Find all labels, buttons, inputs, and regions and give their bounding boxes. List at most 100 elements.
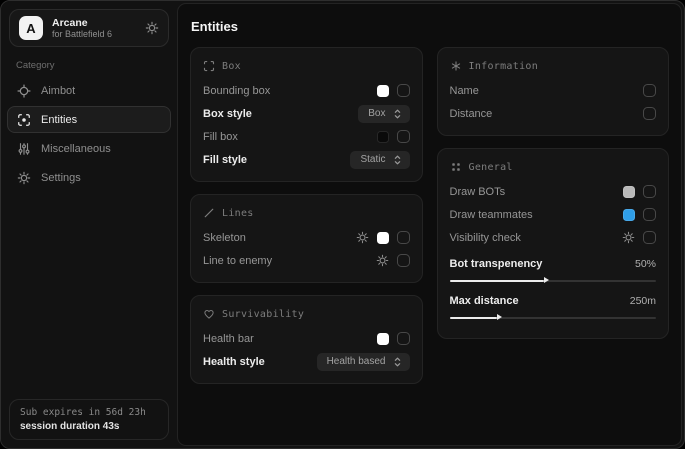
- brand-name: Arcane: [52, 17, 136, 29]
- category-label: Category: [16, 60, 162, 71]
- brand-subtitle: for Battlefield 6: [52, 29, 136, 39]
- fill-box-color-swatch[interactable]: [377, 131, 389, 143]
- fill-style-label: Fill style: [203, 154, 350, 166]
- health-style-value: Health based: [327, 356, 386, 367]
- box-frame-icon: [203, 60, 215, 72]
- distance-row: Distance: [450, 103, 657, 124]
- sidebar-nav: Aimbot Entities: [1, 76, 177, 192]
- visibility-check-label: Visibility check: [450, 232, 623, 244]
- line-to-enemy-label: Line to enemy: [203, 255, 376, 267]
- max-distance-slider[interactable]: [450, 313, 657, 322]
- sidebar-item-label: Miscellaneous: [41, 143, 111, 155]
- left-column: Box Bounding box Box style Box: [190, 47, 423, 384]
- fill-box-label: Fill box: [203, 131, 377, 143]
- right-column: Information Name Distance: [437, 47, 670, 339]
- distance-checkbox[interactable]: [643, 107, 656, 120]
- session-duration-text: session duration 43s: [20, 421, 158, 432]
- max-distance-label: Max distance: [450, 295, 630, 307]
- health-bar-row: Health bar: [203, 328, 410, 349]
- box-style-row: Box style Box: [203, 103, 410, 124]
- bounding-box-label: Bounding box: [203, 85, 377, 97]
- sidebar-item-aimbot[interactable]: Aimbot: [7, 77, 171, 104]
- draw-teammates-row: Draw teammates: [450, 204, 657, 225]
- box-card: Box Bounding box Box style Box: [190, 47, 423, 182]
- line-to-enemy-checkbox[interactable]: [397, 254, 410, 267]
- page-title: Entities: [191, 19, 669, 34]
- fill-box-checkbox[interactable]: [397, 130, 410, 143]
- bounding-box-checkbox[interactable]: [397, 84, 410, 97]
- draw-teammates-color-swatch[interactable]: [623, 209, 635, 221]
- draw-bots-row: Draw BOTs: [450, 181, 657, 202]
- skeleton-config-gear-icon[interactable]: [356, 231, 369, 244]
- name-row: Name: [450, 80, 657, 101]
- sidebar: A Arcane for Battlefield 6 Category: [1, 1, 177, 448]
- visibility-check-config-gear-icon[interactable]: [622, 231, 635, 244]
- app-window: A Arcane for Battlefield 6 Category: [0, 0, 685, 449]
- max-distance-value: 250m: [630, 295, 656, 307]
- survivability-heart-icon: [203, 308, 215, 320]
- name-checkbox[interactable]: [643, 84, 656, 97]
- miscellaneous-sliders-icon: [17, 142, 31, 156]
- entities-scan-icon: [17, 113, 31, 127]
- max-distance-row: Max distance 250m: [450, 290, 657, 311]
- draw-bots-color-swatch[interactable]: [623, 186, 635, 198]
- box-style-label: Box style: [203, 108, 358, 120]
- health-style-label: Health style: [203, 356, 317, 368]
- bot-transparency-value: 50%: [635, 258, 656, 270]
- settings-gear-icon: [17, 171, 31, 185]
- health-bar-checkbox[interactable]: [397, 332, 410, 345]
- draw-bots-checkbox[interactable]: [643, 185, 656, 198]
- bot-transparency-row: Bot transpenency 50%: [450, 253, 657, 274]
- health-style-dropdown[interactable]: Health based: [317, 353, 410, 371]
- fill-box-row: Fill box: [203, 126, 410, 147]
- brand-settings-gear-icon[interactable]: [145, 21, 159, 35]
- fill-style-row: Fill style Static: [203, 149, 410, 170]
- health-bar-label: Health bar: [203, 333, 377, 345]
- skeleton-checkbox[interactable]: [397, 231, 410, 244]
- draw-bots-label: Draw BOTs: [450, 186, 624, 198]
- lines-diagonal-icon: [203, 207, 215, 219]
- sidebar-item-settings[interactable]: Settings: [7, 164, 171, 191]
- sidebar-item-label: Entities: [41, 114, 77, 126]
- lines-card: Lines Skeleton: [190, 194, 423, 283]
- box-style-dropdown[interactable]: Box: [358, 105, 409, 123]
- draw-teammates-checkbox[interactable]: [643, 208, 656, 221]
- section-title: Survivability: [222, 309, 304, 320]
- fill-style-dropdown[interactable]: Static: [350, 151, 409, 169]
- brand-logo: A: [19, 16, 43, 40]
- unfold-chevrons-icon: [393, 108, 402, 120]
- sidebar-item-label: Settings: [41, 172, 81, 184]
- line-to-enemy-row: Line to enemy: [203, 250, 410, 271]
- information-card: Information Name Distance: [437, 47, 670, 136]
- sidebar-item-entities[interactable]: Entities: [7, 106, 171, 133]
- visibility-check-row: Visibility check: [450, 227, 657, 248]
- bot-transparency-slider[interactable]: [450, 276, 657, 285]
- sub-expiry-text: Sub expires in 56d 23h: [20, 407, 158, 418]
- name-label: Name: [450, 85, 644, 97]
- fill-style-value: Static: [360, 154, 385, 165]
- distance-label: Distance: [450, 108, 644, 120]
- general-card: General Draw BOTs Draw teammates: [437, 148, 670, 339]
- bot-transparency-label: Bot transpenency: [450, 258, 635, 270]
- general-grid-icon: [450, 161, 462, 173]
- sidebar-item-label: Aimbot: [41, 85, 75, 97]
- brand-card: A Arcane for Battlefield 6: [9, 9, 169, 47]
- box-style-value: Box: [368, 108, 385, 119]
- section-title: General: [469, 162, 513, 173]
- section-title: Box: [222, 61, 241, 72]
- information-icon: [450, 60, 462, 72]
- survivability-card: Survivability Health bar Health style: [190, 295, 423, 384]
- max-distance-slider-fill: [450, 317, 497, 319]
- line-to-enemy-config-gear-icon[interactable]: [376, 254, 389, 267]
- aimbot-crosshair-icon: [17, 84, 31, 98]
- unfold-chevrons-icon: [393, 154, 402, 166]
- sidebar-item-miscellaneous[interactable]: Miscellaneous: [7, 135, 171, 162]
- skeleton-label: Skeleton: [203, 232, 356, 244]
- visibility-check-checkbox[interactable]: [643, 231, 656, 244]
- skeleton-row: Skeleton: [203, 227, 410, 248]
- main-panel: Entities Box: [177, 3, 682, 446]
- health-style-row: Health style Health based: [203, 351, 410, 372]
- health-bar-color-swatch[interactable]: [377, 333, 389, 345]
- bounding-box-color-swatch[interactable]: [377, 85, 389, 97]
- skeleton-color-swatch[interactable]: [377, 232, 389, 244]
